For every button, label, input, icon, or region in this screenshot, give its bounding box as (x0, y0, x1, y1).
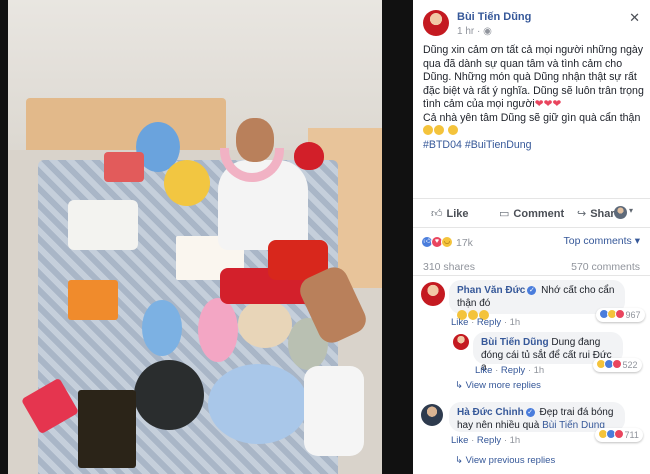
gift-yellow-plush (164, 160, 210, 206)
post-header: Bùi Tiến Dũng 1 hr · ◉ ✕ (413, 0, 650, 44)
author-avatar[interactable] (423, 10, 449, 36)
share-count[interactable]: 310 shares (423, 261, 475, 273)
comment-reaction-number: 711 (624, 430, 639, 440)
love-reaction-icon (614, 429, 624, 439)
love-reaction-icon (615, 309, 625, 319)
haha-reaction-icon[interactable]: ◡ (441, 236, 453, 248)
comment-reply-link[interactable]: Reply (477, 317, 501, 328)
chevron-down-icon: ▾ (629, 206, 634, 215)
reply-item: Bùi Tiến Dũng Dung đang đóng cái tủ sắt … (413, 332, 650, 378)
tagged-user-link[interactable]: Bùi Tiến Dung (542, 420, 605, 431)
comment-reaction-number: 967 (625, 310, 641, 320)
kiss-emoji-icon (434, 125, 444, 135)
commenter-avatar[interactable] (421, 282, 445, 306)
post-paragraph: Dũng xin cảm ơn tất cả mọi người những n… (423, 44, 647, 112)
post-paragraph-2: Cả nhà yên tâm Dũng sẽ giữ gìn quà cẩn t… (423, 112, 647, 139)
share-icon: ↪ (577, 208, 587, 220)
comment-reaction-count[interactable]: 711 (595, 428, 643, 442)
comment-like-link[interactable]: Like (451, 317, 468, 328)
comment-count[interactable]: 570 comments (571, 261, 640, 273)
commenter-avatar[interactable] (421, 404, 443, 426)
comment-icon: ▭ (499, 208, 510, 220)
globe-icon: · ◉ (477, 26, 492, 37)
comment-like-link[interactable]: Like (451, 435, 468, 446)
top-comments-dropdown[interactable]: Top comments ▾ (564, 235, 640, 247)
hashtag-link[interactable]: #BuiTienDung (465, 139, 532, 151)
post-hashtags: #BTD04 #BuiTienDung (423, 139, 647, 153)
verified-badge-icon: ✓ (525, 408, 535, 417)
kiss-emoji-icon (447, 125, 458, 135)
view-previous-replies-link[interactable]: ↳ View previous replies (455, 455, 555, 466)
thumbs-up-icon: 👍︎ (431, 208, 443, 220)
view-previous-replies-label: View previous replies (465, 455, 556, 466)
reply-arrow-icon: ↳ (455, 380, 463, 391)
commenter-name[interactable]: Hà Đức Chinh (457, 407, 524, 418)
heart-emoji-icon: ❤❤❤ (534, 98, 562, 110)
gift-dark-pillow (134, 360, 204, 430)
reply-arrow-icon: ↳ (455, 455, 463, 466)
replier-name[interactable]: Bùi Tiến Dũng (481, 337, 549, 348)
close-icon[interactable]: ✕ (629, 10, 640, 26)
like-button[interactable]: 👍︎ Like (431, 207, 469, 220)
comment-reply-link[interactable]: Reply (477, 435, 501, 446)
author-name[interactable]: Bùi Tiến Dũng (457, 11, 531, 23)
comment-reaction-count[interactable]: 967 (596, 308, 645, 322)
replier-avatar[interactable] (453, 334, 469, 350)
commenter-name[interactable]: Phan Văn Đức (457, 285, 525, 296)
reply-time[interactable]: 1h (534, 365, 545, 376)
gift-bear-plush (238, 300, 292, 348)
reply-reaction-count[interactable]: 522 (593, 358, 642, 372)
comment-label: Comment (513, 208, 565, 220)
post-panel: Bùi Tiến Dũng 1 hr · ◉ ✕ Dũng xin cảm ơn… (413, 0, 650, 474)
verified-badge-icon: ✓ (527, 286, 537, 295)
view-more-replies-label: View more replies (465, 380, 541, 391)
reply-reply-link[interactable]: Reply (501, 365, 525, 376)
reaction-count[interactable]: 17k (456, 237, 473, 249)
post-body: Dũng xin cảm ơn tất cả mọi người những n… (423, 44, 647, 152)
gift-orange-box (68, 280, 118, 320)
share-audience-selector[interactable]: ▾ (614, 206, 640, 220)
post-action-bar: 👍︎ Like ▭ Comment ↪ Share ▾ (413, 198, 650, 228)
comment-button[interactable]: ▭ Comment (499, 207, 564, 220)
comment-item: Phan Văn Đức ✓ Nhớ cất cho cẩn thận đó 96… (413, 280, 650, 330)
reply-actions: Like · Reply · 1h (475, 365, 545, 376)
reply-like-link[interactable]: Like (475, 365, 492, 376)
audience-avatar (614, 206, 627, 219)
comment-actions: Like · Reply · 1h (451, 435, 521, 446)
gift-red-box (104, 152, 144, 182)
reaction-summary: 👍︎ ♥ ◡ 17k Top comments ▾ (413, 232, 650, 252)
view-more-replies-link[interactable]: ↳ View more replies (455, 380, 541, 391)
comment-time[interactable]: 1h (510, 317, 521, 328)
gift-sneakers (304, 366, 364, 456)
like-label: Like (446, 208, 469, 220)
love-reaction-icon (612, 359, 622, 369)
reply-reaction-number: 522 (622, 360, 638, 370)
kiss-emoji-icon (423, 125, 433, 135)
post-photo[interactable] (8, 0, 382, 474)
share-comment-counts: 310 shares 570 comments (413, 256, 650, 276)
hashtag-link[interactable]: #BTD04 (423, 139, 462, 151)
post-meta: 1 hr · ◉ (457, 26, 492, 37)
gift-papers (68, 200, 138, 250)
gift-doraemon-small (142, 300, 182, 356)
photo-viewer (0, 0, 413, 474)
post-body-text-1: Dũng xin cảm ơn tất cả mọi người những n… (423, 44, 644, 110)
gift-pink-plush (198, 298, 238, 362)
gift-neck-pillow-blue (208, 364, 308, 444)
post-time[interactable]: 1 hr (457, 26, 474, 37)
gift-book (78, 390, 136, 468)
comment-time[interactable]: 1h (510, 435, 521, 446)
comment-actions: Like · Reply · 1h (451, 317, 521, 328)
comment-item: Hà Đức Chinh ✓ Đẹp trai đá bóng hay nên n… (413, 402, 650, 452)
post-body-text-2: Cả nhà yên tâm Dũng sẽ giữ gìn quà cẩn t… (423, 111, 641, 124)
photo-heart-flowers (294, 142, 324, 170)
